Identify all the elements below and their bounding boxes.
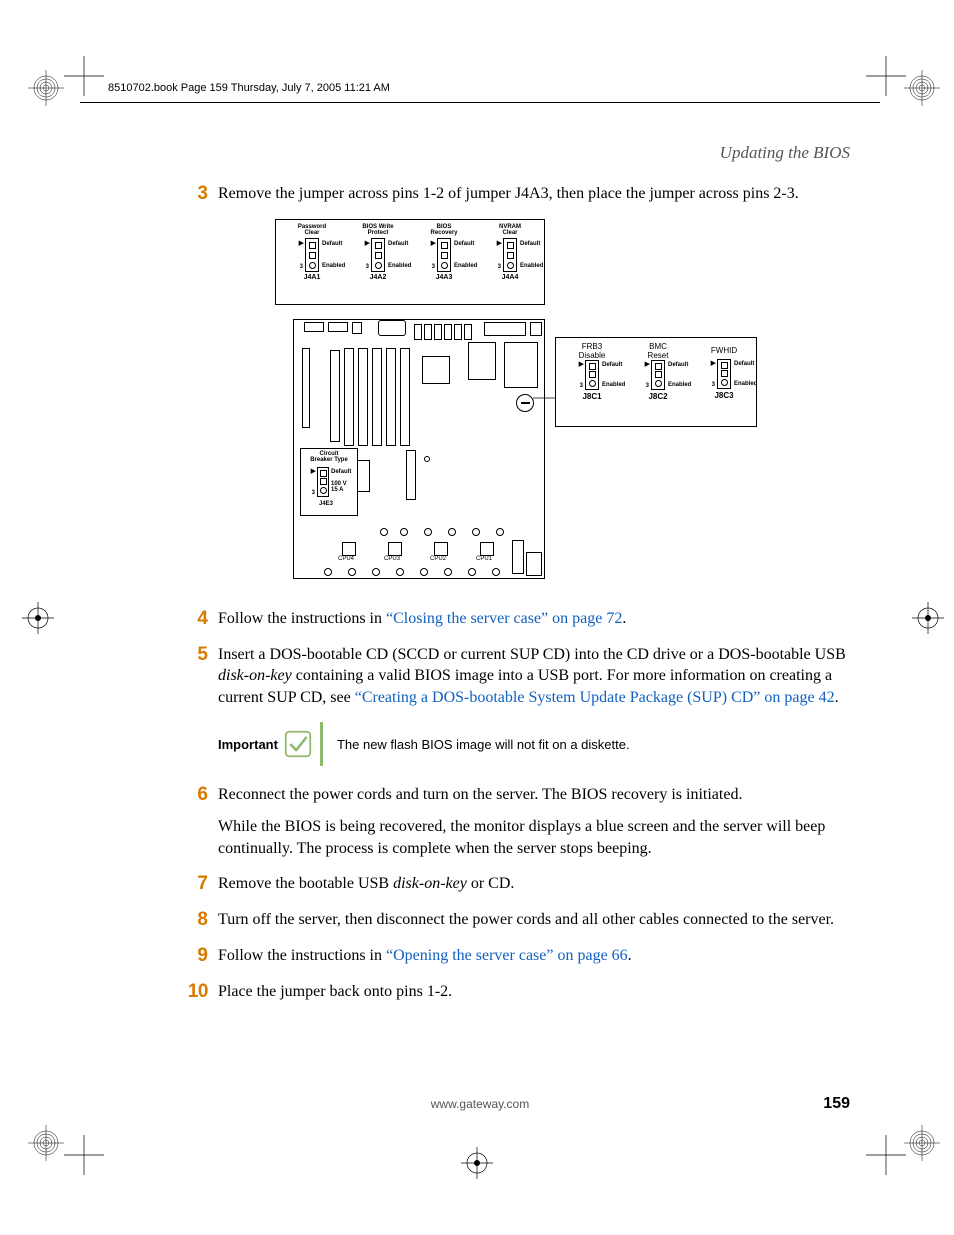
step-text-3: Remove the jumper across pins 1-2 of jum… [218,183,799,205]
side-jumper-ref-3: J8C3 [694,391,754,400]
step-9: 9 Follow the instructions in “Opening th… [180,945,850,967]
step-text-10: Place the jumper back onto pins 1-2. [218,981,452,1003]
callout-label: Important [218,737,278,752]
side-jumper-title-3: FWHID [694,342,754,355]
cpu-label-2: CPU2 [430,556,446,562]
step-text-7: Remove the bootable USB disk-on-key or C… [218,873,514,895]
step-6: 6 Reconnect the power cords and turn on … [180,784,850,859]
reg-target-bottom [457,1143,497,1183]
inset-opt1: Default [331,469,351,475]
footer-page-number: 159 [823,1095,850,1113]
reg-target-left [18,598,58,638]
footer-url: www.gateway.com [80,1097,880,1111]
crop-rosette-tr [902,68,942,108]
crop-corner-br [866,1135,906,1175]
jumper-title-j4a3: BIOSRecovery [414,224,474,237]
step-10: 10 Place the jumper back onto pins 1-2. [180,981,850,1003]
link-closing-case[interactable]: “Closing the server case” on page 72 [386,610,622,627]
jumper-ref-j4a3: J4A3 [414,274,474,281]
rule-top [80,102,880,103]
callout-divider [320,722,323,766]
inset-title: CircuitBreaker Type [305,451,353,463]
jumper-opt-default: Default [322,241,342,247]
callout-important: Important The new flash BIOS image will … [218,722,850,766]
page-footer: www.gateway.com 159 [80,1097,880,1111]
crop-rosette-bl [26,1123,66,1163]
cpu-label-4: CPU4 [338,556,354,562]
step-5: 5 Insert a DOS-bootable CD (SCCD or curr… [180,644,850,709]
inset-ref: J4E3 [319,501,333,507]
jumper-title-j4a1: PasswordClear [282,224,342,237]
step-text-5: Insert a DOS-bootable CD (SCCD or curren… [218,644,850,709]
jumper-diagram: PasswordClear ▶ Default Enabled 3 J4A1 [180,219,850,584]
jumper-title-j4a4: NVRAMClear [480,224,540,237]
link-opening-case[interactable]: “Opening the server case” on page 66 [386,947,628,964]
step-7: 7 Remove the bootable USB disk-on-key or… [180,873,850,895]
section-title: Updating the BIOS [80,143,850,163]
side-jumper-title-1: FRB3Disable [562,342,622,360]
motherboard-outline: CircuitBreaker Type ▶ 3 Default 100 V15 … [293,319,545,579]
step-4: 4 Follow the instructions in “Closing th… [180,608,850,630]
cpu-label-1: CPU1 [476,556,492,562]
jumper-title-j4a2: BIOS WriteProtect [348,224,408,237]
jumper-ref-j4a2: J4A2 [348,274,408,281]
step-num-4: 4 [180,608,208,630]
step-text-8: Turn off the server, then disconnect the… [218,909,834,931]
step-8: 8 Turn off the server, then disconnect t… [180,909,850,931]
step-text-6: Reconnect the power cords and turn on th… [218,784,850,859]
crop-corner-bl [64,1135,104,1175]
step-3: 3 Remove the jumper across pins 1-2 of j… [180,183,850,205]
step-num-8: 8 [180,909,208,931]
running-head: 8510702.book Page 159 Thursday, July 7, … [108,82,880,94]
inset-opt2: 100 V15 A [331,481,347,493]
reg-target-right [908,598,948,638]
callout-text: The new flash BIOS image will not fit on… [337,737,630,752]
crop-rosette-br [902,1123,942,1163]
jumper-ref-j4a1: J4A1 [282,274,342,281]
step-text-4: Follow the instructions in “Closing the … [218,608,626,630]
side-jumper-ref-2: J8C2 [628,392,688,401]
step-num-3: 3 [180,183,208,205]
crop-rosette-tl [26,68,66,108]
step-num-5: 5 [180,644,208,666]
jumper-pin3: 3 [300,264,303,270]
step-text-9: Follow the instructions in “Opening the … [218,945,632,967]
step-num-10: 10 [180,981,208,1003]
step-num-6: 6 [180,784,208,806]
step-num-7: 7 [180,873,208,895]
side-jumper-ref-1: J8C1 [562,392,622,401]
link-sup-cd[interactable]: “Creating a DOS-bootable System Update P… [355,689,835,706]
jumper-opt-enabled: Enabled [322,263,345,269]
jumper-ref-j4a4: J4A4 [480,274,540,281]
side-jumper-title-2: BMCReset [628,342,688,360]
checkmark-icon [284,730,312,758]
leader-line [533,395,555,401]
step-num-9: 9 [180,945,208,967]
cpu-label-3: CPU3 [384,556,400,562]
callout-marker [516,394,534,412]
